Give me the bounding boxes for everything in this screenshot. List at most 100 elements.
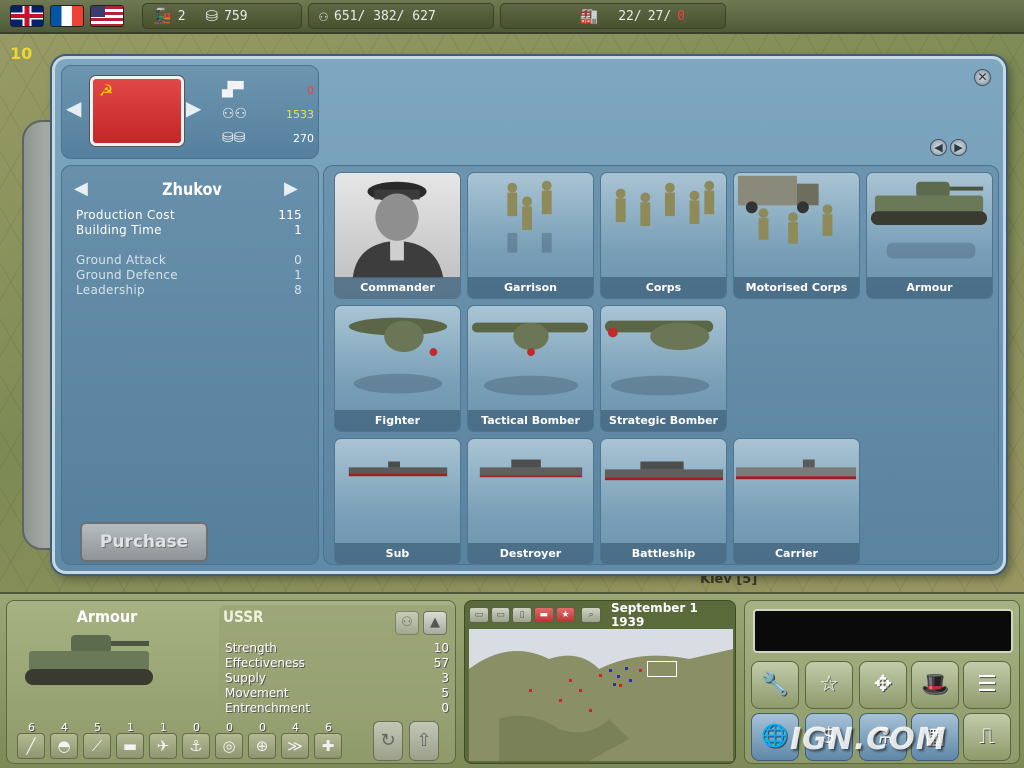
unit-card-label: Tactical Bomber (468, 410, 593, 431)
tech-slot[interactable]: 6 ✚ (314, 721, 343, 761)
unit-card-destroyer[interactable]: Destroyer (467, 438, 594, 565)
money-count: 759 (224, 8, 248, 24)
unit-card-fighter[interactable]: Fighter (334, 305, 461, 432)
bstat-label: Effectiveness (225, 656, 305, 670)
crosshair-icon: ⊕ (248, 733, 276, 759)
purchase-panel: ✕ ◀ ☭ ▶ ▟▀ 0 ⚇⚇ 1533 ⛁⛁ 270 ◀ Zhukov ▶ Prod… (52, 56, 1006, 574)
unit-card-label: Battleship (601, 543, 726, 564)
industry-c: 0 (677, 8, 685, 24)
stat-label: Leadership (76, 283, 145, 297)
move-arrows-icon[interactable]: ✥ (859, 661, 907, 709)
uk-flag-icon[interactable] (10, 5, 44, 27)
tech-slot[interactable]: 6 ╱ (17, 721, 46, 761)
unit-card-armour[interactable]: Armour (866, 172, 993, 299)
unit-filter-icon[interactable]: ▭ (490, 607, 511, 623)
trains-count: 2 (177, 8, 186, 24)
unit-card-strategic-bomber[interactable]: Strategic Bomber (600, 305, 727, 432)
tech-slot[interactable]: 4 ≫ (281, 721, 310, 761)
industry-group: 🏭 22/ 27/ 0 (500, 3, 726, 29)
hat-icon[interactable]: 🎩 (911, 661, 959, 709)
battleship-icon (604, 461, 724, 481)
unit-nation: USSR (223, 607, 264, 626)
tech-slot[interactable]: 1 ✈ (149, 721, 178, 761)
carrier-icon (735, 459, 857, 480)
fighter-plane-icon (348, 317, 448, 394)
unit-card-carrier[interactable]: Carrier (733, 438, 860, 565)
tech-slot[interactable]: 1 ▬ (116, 721, 145, 761)
zoom-icon[interactable]: ⌕ (581, 607, 601, 623)
selected-unit-panel: Armour USSR ⚇ ▲ Strength 10 Effectiveness… (6, 600, 456, 764)
terrain-filter-icon[interactable]: ▭ (469, 607, 489, 623)
coins-icon: ⛁⛁ (222, 130, 246, 146)
star-filter-icon[interactable]: ★ (555, 607, 576, 623)
unit-card-motorised-corps[interactable]: Motorised Corps (733, 172, 860, 299)
tech-slot[interactable]: 4 ◓ (50, 721, 79, 761)
soldier-toggle-icon[interactable]: ⚇ (395, 611, 419, 635)
truck-infantry-icon (737, 175, 833, 244)
stat-value: 8 (294, 283, 302, 297)
factory-icon: ▟▀ (222, 82, 244, 98)
unit-stats: Production Cost 115 Building Time 1 Ground… (76, 208, 302, 298)
wrench-icon[interactable]: 🔧 (751, 661, 799, 709)
unit-card-label: Commander (335, 277, 460, 298)
stat-label: Production Cost (76, 208, 175, 222)
bstat-label: Supply (225, 671, 266, 685)
unit-card-corps[interactable]: Corps (600, 172, 727, 299)
bstat-label: Strength (225, 641, 277, 655)
tank-icon: ▬ (116, 733, 144, 759)
page-next-icon[interactable]: ▶ (950, 139, 967, 156)
factory-icon: 🏭 (579, 7, 599, 25)
prev-nation-arrow-icon[interactable]: ◀ (66, 96, 81, 120)
usa-flag-icon[interactable] (90, 5, 124, 27)
next-unit-arrow-icon[interactable]: ▶ (284, 178, 298, 199)
helmet-icon: ◓ (50, 733, 78, 759)
top-bar: 🚂 2 ⛁ 759 ⚇ 651/ 382/ 627 🏭 22/ 27/ 0 (0, 0, 1024, 34)
tech-slot[interactable]: 0 ◎ (215, 721, 244, 761)
resource-filter-icon[interactable]: ▯ (512, 607, 532, 623)
end-turn-icon[interactable]: ⎍ (963, 713, 1011, 761)
unit-card-battleship[interactable]: Battleship (600, 438, 727, 565)
hammer-sickle-icon: ☭ (99, 81, 114, 100)
nation-manpower: 1533 (286, 107, 314, 121)
unit-stats-list: Strength 10 Effectiveness 57 Supply 3 Movem… (225, 641, 449, 716)
plane-icon: ✈ (149, 733, 177, 759)
minimap[interactable] (469, 629, 733, 761)
europe-map-icon (469, 649, 733, 761)
unit-card-sub[interactable]: Sub (334, 438, 461, 565)
unit-card-tactical-bomber[interactable]: Tactical Bomber (467, 305, 594, 432)
star-icon[interactable]: ☆ (805, 661, 853, 709)
next-nation-arrow-icon[interactable]: ▶ (186, 96, 201, 120)
close-icon[interactable]: ✕ (974, 69, 991, 86)
anchor-icon: ⚓ (182, 733, 210, 759)
ussr-flag-icon: ☭ (90, 76, 184, 146)
minimap-viewport[interactable] (647, 661, 677, 677)
submarine-icon (348, 461, 448, 477)
bstat-label: Entrenchment (225, 701, 311, 715)
purchase-button[interactable]: Purchase (80, 522, 208, 562)
tech-slot[interactable]: 5 ⟋ (83, 721, 112, 761)
bstat-label: Movement (225, 686, 289, 700)
manpower-group: ⚇ 651/ 382/ 627 (308, 3, 494, 29)
tech-slot[interactable]: 0 ⚓ (182, 721, 211, 761)
military-filter-icon[interactable]: ▬ (533, 607, 554, 623)
cycle-icon[interactable]: ↻ (373, 721, 403, 761)
nation-industry: 0 (307, 83, 314, 97)
industry-a: 22/ (618, 8, 642, 24)
unit-name: Zhukov (162, 180, 222, 200)
unit-card-garrison[interactable]: Garrison (467, 172, 594, 299)
stat-value: 0 (294, 253, 302, 267)
unit-card-commander[interactable]: Commander (334, 172, 461, 299)
page-nav: ◀ ▶ (930, 139, 967, 156)
upgrade-icon[interactable]: ⇧ (409, 721, 439, 761)
list-icon[interactable]: ☰ (963, 661, 1011, 709)
tech-slot[interactable]: 0 ⊕ (248, 721, 277, 761)
minimap-toolbar: ▭ ▭ ▯ ▬ ★ ⌕ September 1 1939 (469, 601, 733, 629)
warning-icon[interactable]: ▲ (423, 611, 447, 635)
prev-unit-arrow-icon[interactable]: ◀ (74, 178, 88, 199)
page-prev-icon[interactable]: ◀ (930, 139, 947, 156)
nation-box: ◀ ☭ ▶ ▟▀ 0 ⚇⚇ 1533 ⛁⛁ 270 (61, 65, 319, 159)
france-flag-icon[interactable] (50, 5, 84, 27)
unit-card-label: Destroyer (468, 543, 593, 564)
ign-watermark: IGN.COM (790, 722, 947, 757)
destroyer-icon (479, 459, 583, 478)
